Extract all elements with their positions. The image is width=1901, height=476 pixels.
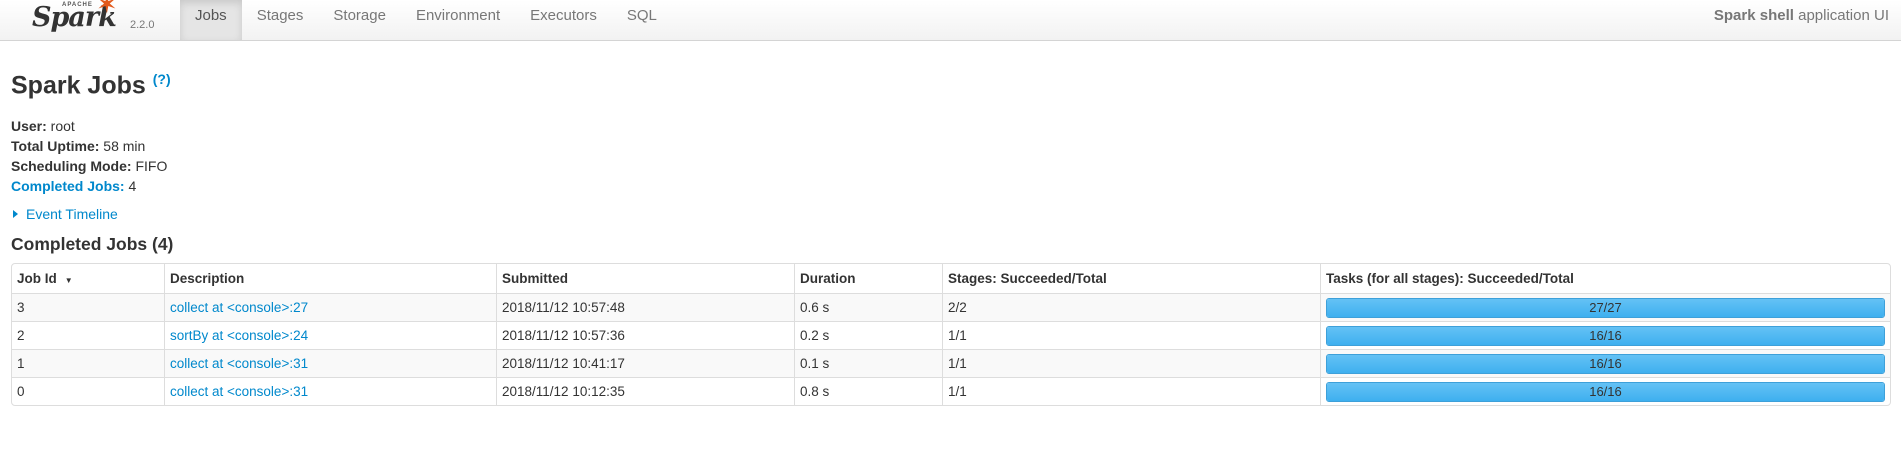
page-title-text: Spark Jobs (11, 71, 153, 100)
tab-environment[interactable]: Environment (401, 0, 515, 40)
header-submitted[interactable]: Submitted (496, 264, 794, 294)
user-label: User: (11, 118, 47, 135)
job-description-link[interactable]: collect at <console>:27 (170, 300, 308, 315)
tasks-progress-label: 27/27 (1589, 299, 1622, 315)
jobs-table-body: 3 collect at <console>:27 2018/11/12 10:57… (12, 293, 1890, 406)
completed-jobs-heading: Completed Jobs (4) (11, 234, 174, 255)
duration-cell: 0.1 s (794, 349, 942, 378)
tasks-cell: 16/16 (1320, 349, 1890, 378)
stages-cell: 1/1 (942, 377, 1320, 406)
header-duration[interactable]: Duration (794, 264, 942, 294)
table-row: 2 sortBy at <console>:24 2018/11/12 10:57:… (12, 321, 1890, 350)
table-row: 0 collect at <console>:31 2018/11/12 10:12… (12, 377, 1890, 406)
job-description-link[interactable]: collect at <console>:31 (170, 356, 308, 371)
sort-desc-icon: ▼ (64, 276, 73, 286)
summary-user: User: root (11, 116, 1890, 136)
job-description-link[interactable]: collect at <console>:31 (170, 384, 308, 399)
table-row: 1 collect at <console>:31 2018/11/12 10:41… (12, 349, 1890, 378)
tasks-progress-bar: 16/16 (1326, 353, 1885, 374)
summary-completed-jobs: Completed Jobs: 4 (11, 176, 1890, 196)
page-title: Spark Jobs (?) (11, 71, 1890, 100)
tasks-progress-label: 16/16 (1589, 383, 1622, 399)
spark-star-icon: ✶ (96, 0, 118, 19)
tab-stages[interactable]: Stages (242, 0, 319, 40)
event-timeline-toggle[interactable]: Event Timeline (11, 206, 1890, 222)
spark-logo[interactable]: APACHE Spark ✶ 2.2.0 (30, 0, 154, 40)
stages-cell: 2/2 (942, 293, 1320, 322)
tab-sql[interactable]: SQL (612, 0, 672, 40)
mode-value: FIFO (131, 158, 168, 175)
event-timeline-link[interactable]: Event Timeline (26, 206, 118, 222)
job-summary: User: root Total Uptime: 58 min Scheduli… (11, 116, 1890, 196)
job-id-cell: 3 (12, 293, 164, 322)
job-id-cell: 0 (12, 377, 164, 405)
submitted-cell: 2018/11/12 10:57:36 (496, 321, 794, 350)
tasks-cell: 27/27 (1320, 293, 1890, 322)
tasks-progress-label: 16/16 (1589, 355, 1622, 371)
completed-jobs-value: 4 (124, 178, 137, 195)
header-job-id[interactable]: Job Id ▼ (12, 264, 164, 293)
tasks-progress-bar: 16/16 (1326, 381, 1885, 402)
tasks-progress-bar: 16/16 (1326, 325, 1885, 346)
uptime-value: 58 min (99, 138, 146, 155)
description-cell: collect at <console>:31 (164, 377, 496, 406)
summary-uptime: Total Uptime: 58 min (11, 136, 1890, 156)
tab-jobs[interactable]: Jobs (180, 0, 242, 40)
summary-scheduling-mode: Scheduling Mode: FIFO (11, 156, 1890, 176)
uptime-label: Total Uptime: (11, 138, 100, 155)
tasks-progress-bar: 27/27 (1326, 297, 1885, 318)
header-tasks[interactable]: Tasks (for all stages): Succeeded/Total (1320, 264, 1890, 294)
tasks-progress-label: 16/16 (1589, 327, 1622, 343)
description-cell: collect at <console>:31 (164, 349, 496, 378)
submitted-cell: 2018/11/12 10:41:17 (496, 349, 794, 378)
description-cell: sortBy at <console>:24 (164, 321, 496, 350)
expand-arrow-icon (13, 210, 18, 219)
main-nav-tabs: Jobs Stages Storage Environment Executor… (180, 0, 672, 40)
app-suffix: application UI (1793, 7, 1889, 24)
spark-version: 2.2.0 (130, 19, 155, 31)
job-id-cell: 2 (12, 321, 164, 349)
submitted-cell: 2018/11/12 10:57:48 (496, 293, 794, 322)
application-title: Spark shell application UI (1714, 7, 1889, 24)
description-cell: collect at <console>:27 (164, 293, 496, 322)
duration-cell: 0.6 s (794, 293, 942, 322)
job-id-header-label: Job Id (17, 271, 57, 287)
tab-storage[interactable]: Storage (318, 0, 401, 40)
table-row: 3 collect at <console>:27 2018/11/12 10:57… (12, 293, 1890, 322)
job-description-link[interactable]: sortBy at <console>:24 (170, 328, 308, 343)
tab-executors[interactable]: Executors (515, 0, 612, 40)
table-header-row: Job Id ▼ Description Submitted Duration S… (12, 264, 1890, 294)
header-stages[interactable]: Stages: Succeeded/Total (942, 264, 1320, 294)
top-navbar: APACHE Spark ✶ 2.2.0 Jobs Stages Storage… (0, 0, 1901, 41)
tasks-cell: 16/16 (1320, 321, 1890, 350)
completed-jobs-link[interactable]: Completed Jobs: (11, 178, 125, 194)
stages-cell: 1/1 (942, 349, 1320, 378)
main-content: Spark Jobs (?) User: root Total Uptime: … (0, 71, 1901, 407)
submitted-cell: 2018/11/12 10:12:35 (496, 377, 794, 406)
app-name: Spark shell (1713, 7, 1794, 24)
header-description[interactable]: Description (164, 264, 496, 294)
completed-jobs-table: Job Id ▼ Description Submitted Duration S… (11, 263, 1891, 407)
user-value: root (46, 118, 75, 135)
mode-label: Scheduling Mode: (11, 158, 132, 175)
stages-cell: 1/1 (942, 321, 1320, 350)
job-id-cell: 1 (12, 349, 164, 378)
help-link[interactable]: (?) (153, 71, 171, 87)
duration-cell: 0.8 s (794, 377, 942, 406)
duration-cell: 0.2 s (794, 321, 942, 350)
tasks-cell: 16/16 (1320, 377, 1890, 406)
